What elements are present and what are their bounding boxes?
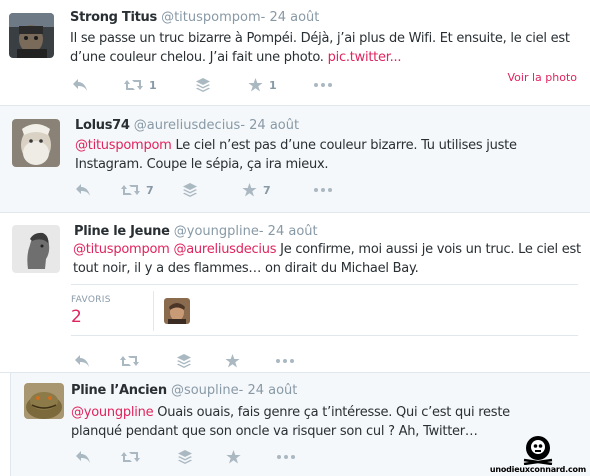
more-button[interactable]	[277, 455, 295, 459]
retweet-button[interactable]: 1	[124, 78, 157, 92]
avatar-lolus74[interactable]	[12, 119, 60, 167]
favorite-button[interactable]	[225, 354, 240, 368]
buffer-layers-icon	[177, 354, 191, 368]
buffer-button[interactable]	[183, 183, 197, 197]
star-icon	[242, 183, 257, 197]
star-icon	[225, 354, 240, 368]
mention-tituspompom[interactable]: @tituspompom	[75, 138, 172, 153]
avatar-pline-lancien[interactable]	[24, 383, 64, 419]
favorites-stats: FAVORIS 2	[71, 284, 578, 336]
skull-crossbones-icon	[523, 436, 553, 465]
retweet-icon	[124, 80, 143, 90]
reply-icon	[76, 184, 90, 196]
retweet-button[interactable]	[121, 450, 140, 464]
watermark: unodieuxconnard.com	[490, 435, 586, 474]
more-button[interactable]	[314, 188, 332, 192]
favorite-button[interactable]: 7	[242, 183, 271, 197]
tweet-header: Strong Titus @tituspompom- 24 août	[70, 10, 319, 25]
author-handle[interactable]: @tituspompom	[161, 10, 261, 25]
favorite-button[interactable]	[226, 450, 241, 464]
tweet-header: Pline le Jeune @youngpline- 24 août	[74, 224, 318, 239]
star-icon	[226, 450, 241, 464]
buffer-button[interactable]	[196, 78, 210, 92]
favorites-count[interactable]: 2	[71, 307, 82, 327]
more-dots-icon	[277, 455, 295, 459]
author-handle[interactable]: @soupline	[171, 383, 239, 398]
reply-button[interactable]	[72, 78, 88, 92]
retweet-icon	[121, 185, 140, 195]
tweet-text: @youngpline Ouais ouais, fais genre ça t…	[71, 403, 516, 441]
retweet-count: 1	[149, 78, 157, 92]
tweet-header: Lolus74 @aureliusdecius- 24 août	[75, 118, 299, 133]
tweet-text: @tituspompom Le ciel n’est pas d’une cou…	[75, 136, 575, 174]
author-name[interactable]: Lolus74	[75, 118, 130, 133]
mention-tituspompom[interactable]: @tituspompom	[73, 242, 170, 257]
author-name[interactable]: Strong Titus	[70, 10, 157, 25]
reply-icon	[73, 79, 87, 91]
reply-icon	[76, 451, 90, 463]
tweet-actions	[74, 353, 374, 369]
author-handle[interactable]: @youngpline	[174, 224, 259, 239]
buffer-layers-icon	[178, 450, 192, 464]
retweet-button[interactable]	[120, 354, 139, 368]
tweet-body: Il se passe un truc bizarre à Pompéi. Dé…	[70, 31, 570, 65]
tweet-actions	[75, 449, 375, 465]
view-photo-link[interactable]: Voir la photo	[508, 71, 578, 84]
buffer-button[interactable]	[178, 450, 192, 464]
stats-divider	[153, 291, 154, 331]
buffer-button[interactable]	[177, 354, 191, 368]
tweet-date[interactable]: - 24 août	[259, 224, 318, 239]
reply-button[interactable]	[74, 354, 90, 368]
more-button[interactable]	[276, 359, 294, 363]
retweet-icon	[120, 356, 139, 366]
tweet-actions: 1 1	[72, 77, 372, 93]
reply-button[interactable]	[75, 450, 91, 464]
watermark-text: unodieuxconnard.com	[489, 465, 586, 474]
tweet-text: @tituspompom @aureliusdecius Je confirme…	[73, 240, 581, 278]
tweet-date[interactable]: - 24 août	[240, 118, 299, 133]
star-icon	[248, 78, 263, 92]
favorite-count: 7	[263, 183, 271, 197]
avatar-pline-le-jeune[interactable]	[12, 225, 60, 273]
tweet-date[interactable]: - 24 août	[239, 383, 298, 398]
more-dots-icon	[276, 359, 294, 363]
reply-button[interactable]	[75, 183, 91, 197]
retweet-icon	[121, 452, 140, 462]
tweet-text: Il se passe un truc bizarre à Pompéi. Dé…	[70, 29, 575, 67]
tweet-header: Pline l’Ancien @soupline- 24 août	[71, 383, 297, 398]
photo-link[interactable]: pic.twitter...	[328, 50, 402, 65]
tweet-strong-titus[interactable]: Strong Titus @tituspompom- 24 août Il se…	[0, 0, 590, 106]
reply-icon	[75, 355, 89, 367]
tweet-lolus74[interactable]: Lolus74 @aureliusdecius- 24 août @titusp…	[0, 106, 590, 213]
more-dots-icon	[314, 83, 332, 87]
more-dots-icon	[314, 188, 332, 192]
avatar-strong-titus[interactable]	[9, 13, 54, 58]
retweet-count: 7	[146, 183, 154, 197]
buffer-layers-icon	[196, 78, 210, 92]
favorite-button[interactable]: 1	[248, 78, 277, 92]
tweet-date[interactable]: - 24 août	[261, 10, 320, 25]
buffer-layers-icon	[183, 183, 197, 197]
more-button[interactable]	[314, 83, 332, 87]
favorite-count: 1	[269, 78, 277, 92]
tweet-actions: 7 7	[75, 182, 375, 198]
author-name[interactable]: Pline l’Ancien	[71, 383, 167, 398]
favorites-label: FAVORIS	[71, 295, 111, 305]
mention-aureliusdecius[interactable]: @aureliusdecius	[173, 242, 276, 257]
retweet-button[interactable]: 7	[121, 183, 154, 197]
favoriter-avatar[interactable]	[164, 298, 190, 324]
mention-youngpline[interactable]: @youngpline	[71, 405, 154, 420]
author-name[interactable]: Pline le Jeune	[74, 224, 170, 239]
author-handle[interactable]: @aureliusdecius	[134, 118, 241, 133]
